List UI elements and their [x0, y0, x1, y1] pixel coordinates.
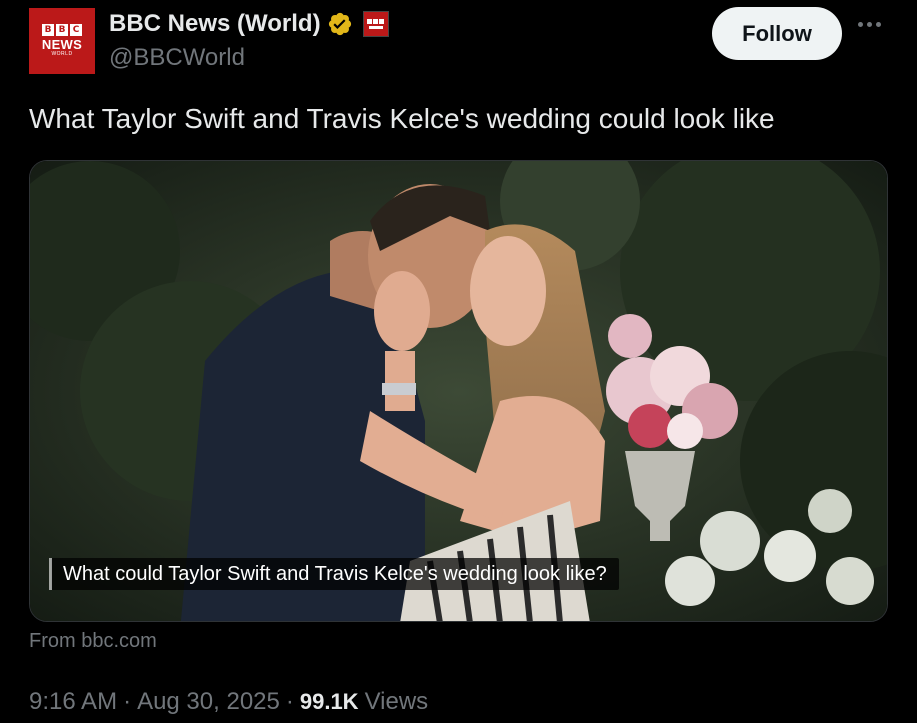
- affiliate-badge-icon[interactable]: [362, 11, 389, 37]
- views-label: Views: [364, 688, 429, 715]
- meta-separator: ·: [285, 688, 294, 715]
- tweet-meta: 9:16 AM · Aug 30, 2025 · 99.1K Views: [29, 688, 428, 716]
- avatar-world-text: WORLD: [51, 51, 73, 57]
- more-horizontal-icon[interactable]: [858, 22, 881, 27]
- views-count: 99.1K: [299, 689, 359, 714]
- link-card-image[interactable]: [29, 160, 888, 622]
- card-source[interactable]: From bbc.com: [29, 630, 157, 653]
- display-name[interactable]: BBC News (World): [109, 10, 321, 38]
- card-caption: What could Taylor Swift and Travis Kelce…: [49, 558, 619, 590]
- account-handle[interactable]: @BBCWorld: [109, 44, 245, 72]
- follow-button[interactable]: Follow: [712, 7, 842, 60]
- bbc-logo-blocks: B B C: [42, 24, 82, 36]
- tweet-date[interactable]: Aug 30, 2025: [137, 688, 280, 716]
- card-photo: [30, 161, 887, 621]
- tweet-time[interactable]: 9:16 AM: [29, 688, 117, 716]
- meta-separator: ·: [123, 688, 132, 715]
- account-name-row: BBC News (World): [109, 10, 389, 38]
- avatar-news-text: NEWS: [41, 37, 83, 52]
- tweet-text: What Taylor Swift and Travis Kelce's wed…: [29, 103, 775, 134]
- verified-badge-icon[interactable]: [327, 11, 353, 37]
- account-avatar[interactable]: B B C NEWS WORLD: [29, 8, 95, 74]
